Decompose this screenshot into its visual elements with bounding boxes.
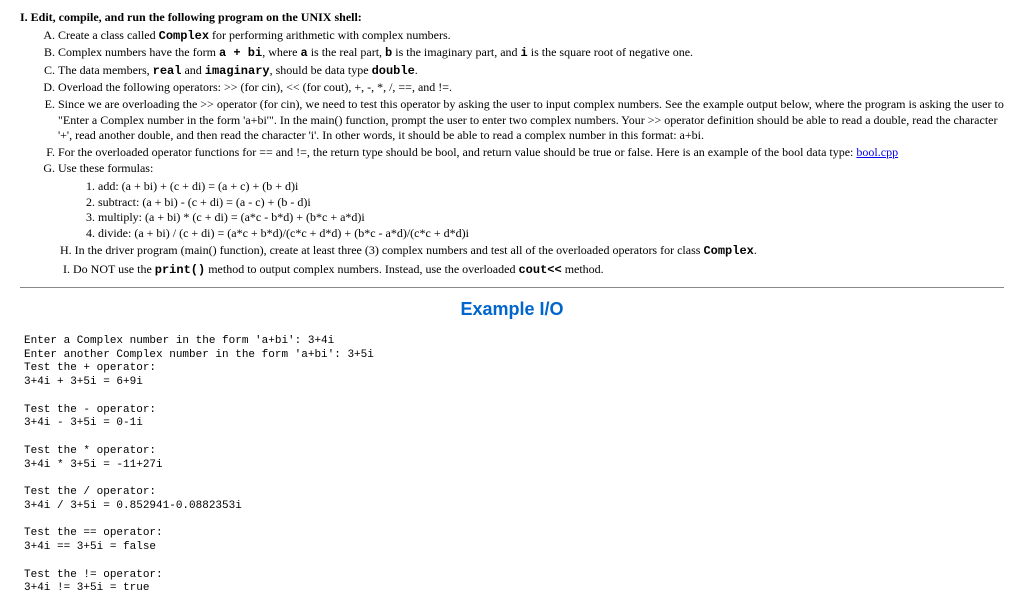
text: , where [262,45,300,59]
text: Since we are overloading the >> operator… [58,97,1004,142]
code-token: Complex [159,29,209,43]
example-io-heading: Example I/O [20,298,1004,321]
item-e: Since we are overloading the >> operator… [58,97,1004,144]
text: . [415,63,418,77]
item-h: H. In the driver program (main() functio… [60,243,1004,260]
text: is the real part, [308,45,385,59]
item-b: Complex numbers have the form a + bi, wh… [58,45,1004,62]
formula-subtract: subtract: (a + bi) - (c + di) = (a - c) … [98,195,1004,211]
code-token: cout<< [518,263,561,277]
section-number: I. [20,10,28,24]
text: , should be data type [270,63,372,77]
code-token: real [153,64,182,78]
item-c: The data members, real and imaginary, sh… [58,63,1004,80]
text: For the overloaded operator functions fo… [58,145,856,159]
example-io-block: Enter a Complex number in the form 'a+bi… [24,335,1004,596]
item-d: Overload the following operators: >> (fo… [58,80,1004,96]
text: Overload the following operators: >> (fo… [58,80,452,94]
text: and [181,63,204,77]
code-token: imaginary [205,64,270,78]
code-token: a [301,46,308,60]
item-i: I. Do NOT use the print() method to outp… [60,262,1004,279]
item-a: Create a class called Complex for perfor… [58,28,1004,45]
divider [20,287,1004,288]
code-token: print() [155,263,205,277]
formula-list: add: (a + bi) + (c + di) = (a + c) + (b … [80,179,1004,241]
text: is the square root of negative one. [528,45,693,59]
item-g: Use these formulas: [58,161,1004,177]
formula-add: add: (a + bi) + (c + di) = (a + c) + (b … [98,179,1004,195]
text: subtract: (a + bi) - (c + di) = (a - c) … [98,195,311,209]
text: The data members, [58,63,153,77]
text: Create a class called [58,28,159,42]
text: Complex numbers have the form [58,45,219,59]
assignment-document: I. Edit, compile, and run the following … [20,10,1004,596]
text: divide: (a + bi) / (c + di) = (a*c + b*d… [98,226,469,240]
text: . [754,243,757,257]
text: multiply: (a + bi) * (c + di) = (a*c - b… [98,210,365,224]
text: method to output complex numbers. Instea… [205,262,518,276]
text: add: (a + bi) + (c + di) = (a + c) + (b … [98,179,298,193]
code-token: Complex [703,244,753,258]
bool-link[interactable]: bool.cpp [856,145,898,159]
text: Do NOT use the [73,262,155,276]
formula-divide: divide: (a + bi) / (c + di) = (a*c + b*d… [98,226,1004,242]
text: In the driver program (main() function),… [75,243,704,257]
text: Use these formulas: [58,161,153,175]
text: is the imaginary part, and [392,45,520,59]
item-f: For the overloaded operator functions fo… [58,145,1004,161]
section-heading: I. Edit, compile, and run the following … [20,10,1004,26]
text: for performing arithmetic with complex n… [209,28,451,42]
code-token: i [521,46,528,60]
code-token: double [372,64,415,78]
instruction-list: Create a class called Complex for perfor… [40,28,1004,177]
text: method. [562,262,604,276]
formula-multiply: multiply: (a + bi) * (c + di) = (a*c - b… [98,210,1004,226]
code-token: a + bi [219,46,262,60]
section-title: Edit, compile, and run the following pro… [31,10,362,24]
